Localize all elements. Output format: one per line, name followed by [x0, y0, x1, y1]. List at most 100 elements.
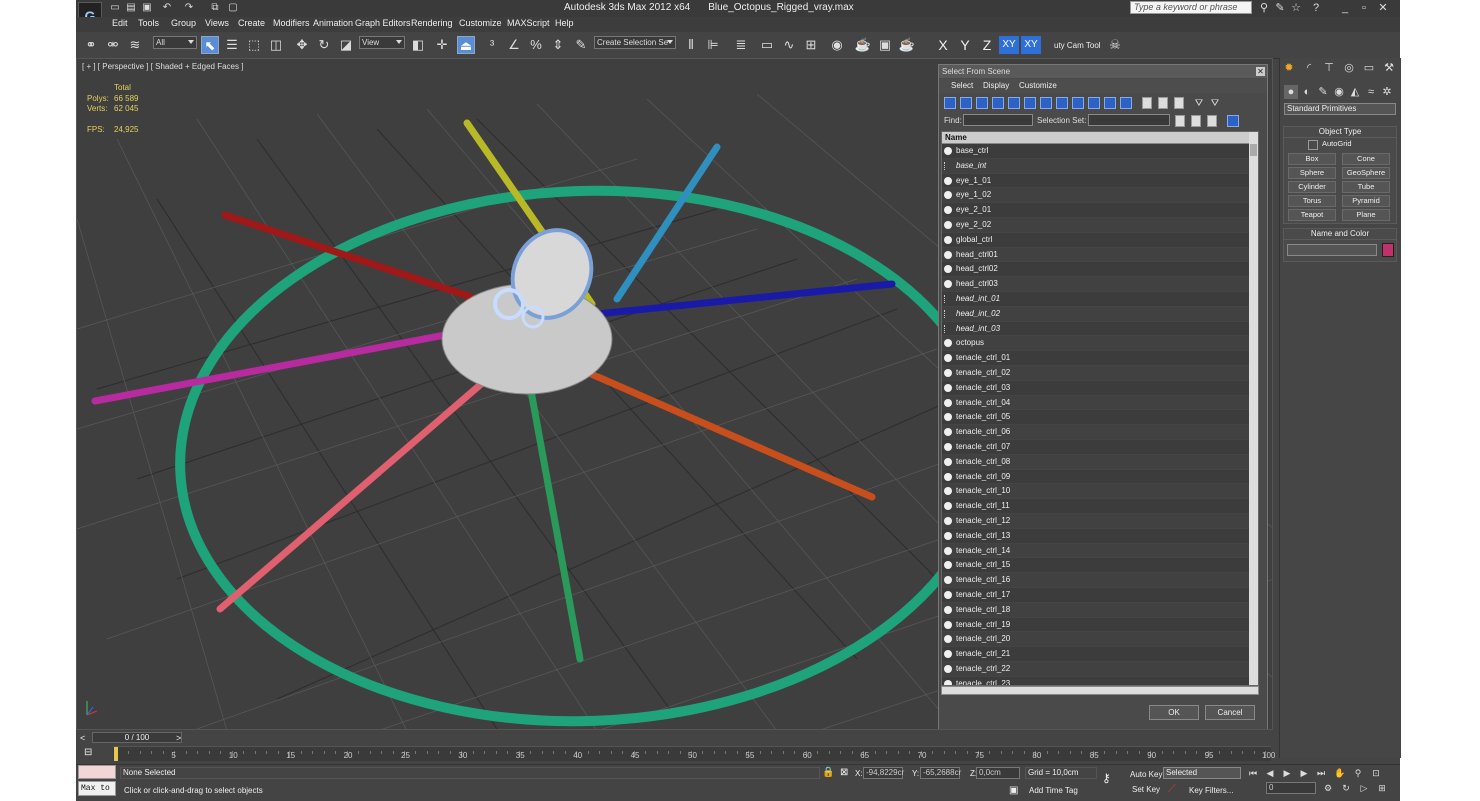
menu-views[interactable]: Views	[205, 18, 229, 28]
key-filter-icon[interactable]: ⟋	[1168, 783, 1176, 796]
hierarchy-tab-icon[interactable]: ⊤	[1322, 61, 1336, 75]
filter-icon[interactable]: ⛛	[1192, 95, 1206, 109]
select-and-link-icon[interactable]: ⚭	[82, 36, 100, 54]
sync-selection-icon[interactable]	[1227, 115, 1239, 127]
select-none-icon[interactable]	[1158, 97, 1168, 109]
display-shapes-icon[interactable]	[960, 97, 972, 109]
skull-icon[interactable]: ☠	[1106, 36, 1124, 54]
menu-create[interactable]: Create	[238, 18, 265, 28]
select-all-icon[interactable]	[1142, 97, 1152, 109]
space-warps-icon[interactable]: ≈	[1364, 85, 1378, 99]
key-filters-button[interactable]: Key Filters...	[1189, 786, 1233, 795]
unlink-icon[interactable]: ⚮	[104, 36, 122, 54]
snaps-toggle-icon[interactable]: ³	[483, 36, 501, 54]
mirror-icon[interactable]: ⫴	[682, 36, 700, 54]
new-file-icon[interactable]: ▭	[108, 2, 122, 14]
object-color-swatch[interactable]	[1382, 243, 1394, 257]
tentacle-orange[interactable]	[553, 355, 876, 501]
object-list-item[interactable]: head_ctrl02	[942, 262, 1258, 278]
set-key-icon[interactable]: ⚷	[1102, 771, 1111, 785]
filter-options-icon[interactable]: ⛛	[1208, 95, 1222, 109]
tentacle-blue[interactable]	[593, 280, 896, 318]
object-list-item[interactable]: base_int	[942, 158, 1258, 174]
select-object-icon[interactable]: ⬉	[201, 36, 219, 54]
menu-customize[interactable]: Customize	[459, 18, 502, 28]
object-list-item[interactable]: global_ctrl	[942, 233, 1258, 248]
object-list-item[interactable]: head_int_02	[942, 306, 1258, 322]
menu-help[interactable]: Help	[555, 18, 574, 28]
reference-coordinate-dropdown[interactable]: View	[359, 36, 405, 49]
object-list-item[interactable]: tenacle_ctrl_03	[942, 381, 1258, 396]
dialog-menu-select[interactable]: Select	[951, 81, 973, 90]
object-name-input[interactable]	[1287, 244, 1377, 256]
help-icon[interactable]: ?	[1309, 2, 1323, 14]
maxscript-mini-listener[interactable]: Max to	[78, 781, 116, 796]
object-list-item[interactable]: tenacle_ctrl_17	[942, 588, 1258, 603]
cancel-button[interactable]: Cancel	[1205, 705, 1255, 720]
object-list-item[interactable]: tenacle_ctrl_07	[942, 440, 1258, 455]
display-geometry-icon[interactable]	[944, 97, 956, 109]
object-list-item[interactable]: tenacle_ctrl_11	[942, 499, 1258, 514]
render-setup-icon[interactable]: ☕	[854, 36, 872, 54]
category-dropdown[interactable]: Standard Primitives	[1284, 103, 1396, 115]
tube-button[interactable]: Tube	[1342, 181, 1390, 193]
open-file-icon[interactable]: ▤	[124, 2, 138, 14]
object-list-item[interactable]: tenacle_ctrl_05	[942, 410, 1258, 426]
window-crossing-icon[interactable]: ◫	[267, 36, 285, 54]
name-color-title[interactable]: Name and Color	[1284, 229, 1396, 240]
next-frame-icon[interactable]: ▶	[1298, 767, 1310, 779]
rectangular-selection-icon[interactable]: ⬚	[245, 36, 263, 54]
dialog-menu-display[interactable]: Display	[983, 81, 1009, 90]
selection-set-edit-icon[interactable]	[1207, 115, 1217, 127]
menu-edit[interactable]: Edit	[112, 18, 128, 28]
curve-editor-icon[interactable]: ∿	[780, 36, 798, 54]
object-list-item[interactable]: base_ctrl	[942, 144, 1258, 159]
restrict-plane-cycle-button[interactable]: XY	[1021, 36, 1041, 54]
selection-set-remove-icon[interactable]	[1191, 115, 1201, 127]
pyramid-button[interactable]: Pyramid	[1342, 195, 1390, 207]
perspective-viewport[interactable]: [ + ] [ Perspective ] [ Shaded + Edged F…	[76, 58, 1273, 730]
restrict-xy-button[interactable]: XY	[999, 36, 1019, 54]
object-list-item[interactable]: tenacle_ctrl_13	[942, 529, 1258, 544]
selection-filter-dropdown[interactable]: All	[153, 36, 197, 49]
geosphere-button[interactable]: GeoSphere	[1342, 167, 1390, 179]
menu-maxscript[interactable]: MAXScript	[507, 18, 550, 28]
schematic-view-icon[interactable]: ⊞	[802, 36, 820, 54]
restrict-y-button[interactable]: Y	[955, 36, 975, 54]
menu-graph-editors[interactable]: Graph Editors	[355, 18, 411, 28]
pan-icon[interactable]: ✋	[1334, 767, 1346, 779]
tentacle-magenta[interactable]	[91, 325, 481, 405]
maximize-icon[interactable]: ▫	[1357, 2, 1371, 14]
menu-rendering[interactable]: Rendering	[411, 18, 453, 28]
y-coordinate-field[interactable]: -65,2688cr	[920, 767, 961, 779]
slider-next-icon[interactable]: >	[176, 733, 181, 743]
restrict-z-button[interactable]: Z	[977, 36, 997, 54]
find-input[interactable]	[963, 114, 1033, 126]
timeline-track[interactable]: 5 10 15 20 25 30 35 40 45 50 55 60 65 70 75 80 85 90 95 100	[113, 746, 1275, 761]
display-helpers-icon[interactable]	[1008, 97, 1020, 109]
create-tab-icon[interactable]: ✹	[1282, 61, 1296, 75]
dialog-close-icon[interactable]: ✕	[1256, 67, 1265, 76]
current-frame-field[interactable]: 0	[1266, 782, 1316, 794]
box-button[interactable]: Box	[1288, 153, 1336, 165]
render-production-icon[interactable]: ☕	[898, 36, 916, 54]
scroll-thumb[interactable]	[1250, 144, 1257, 156]
viewport-label[interactable]: [ + ] [ Perspective ] [ Shaded + Edged F…	[82, 62, 243, 71]
object-list-item[interactable]: eye_2_02	[942, 217, 1258, 233]
motion-tab-icon[interactable]: ◎	[1342, 61, 1356, 75]
helpers-icon[interactable]: ◭	[1348, 85, 1362, 99]
cylinder-button[interactable]: Cylinder	[1288, 181, 1336, 193]
object-list-item[interactable]: tenacle_ctrl_12	[942, 513, 1258, 529]
menu-group[interactable]: Group	[171, 18, 196, 28]
display-groups-icon[interactable]	[1040, 97, 1052, 109]
fetch-icon[interactable]: ▢	[226, 2, 240, 14]
time-tag-icon[interactable]: ▣	[1009, 785, 1018, 796]
modify-tab-icon[interactable]: ◜	[1302, 61, 1316, 75]
key-mode-dropdown[interactable]: Selected	[1163, 767, 1241, 779]
dialog-menu-customize[interactable]: Customize	[1019, 81, 1057, 90]
graphite-ribbon-icon[interactable]: ▭	[758, 36, 776, 54]
object-list-item[interactable]: tenacle_ctrl_20	[942, 632, 1258, 648]
select-by-name-icon[interactable]: ☰	[223, 36, 241, 54]
tentacle-green[interactable]	[523, 365, 584, 663]
object-list-item[interactable]: eye_2_01	[942, 203, 1258, 218]
